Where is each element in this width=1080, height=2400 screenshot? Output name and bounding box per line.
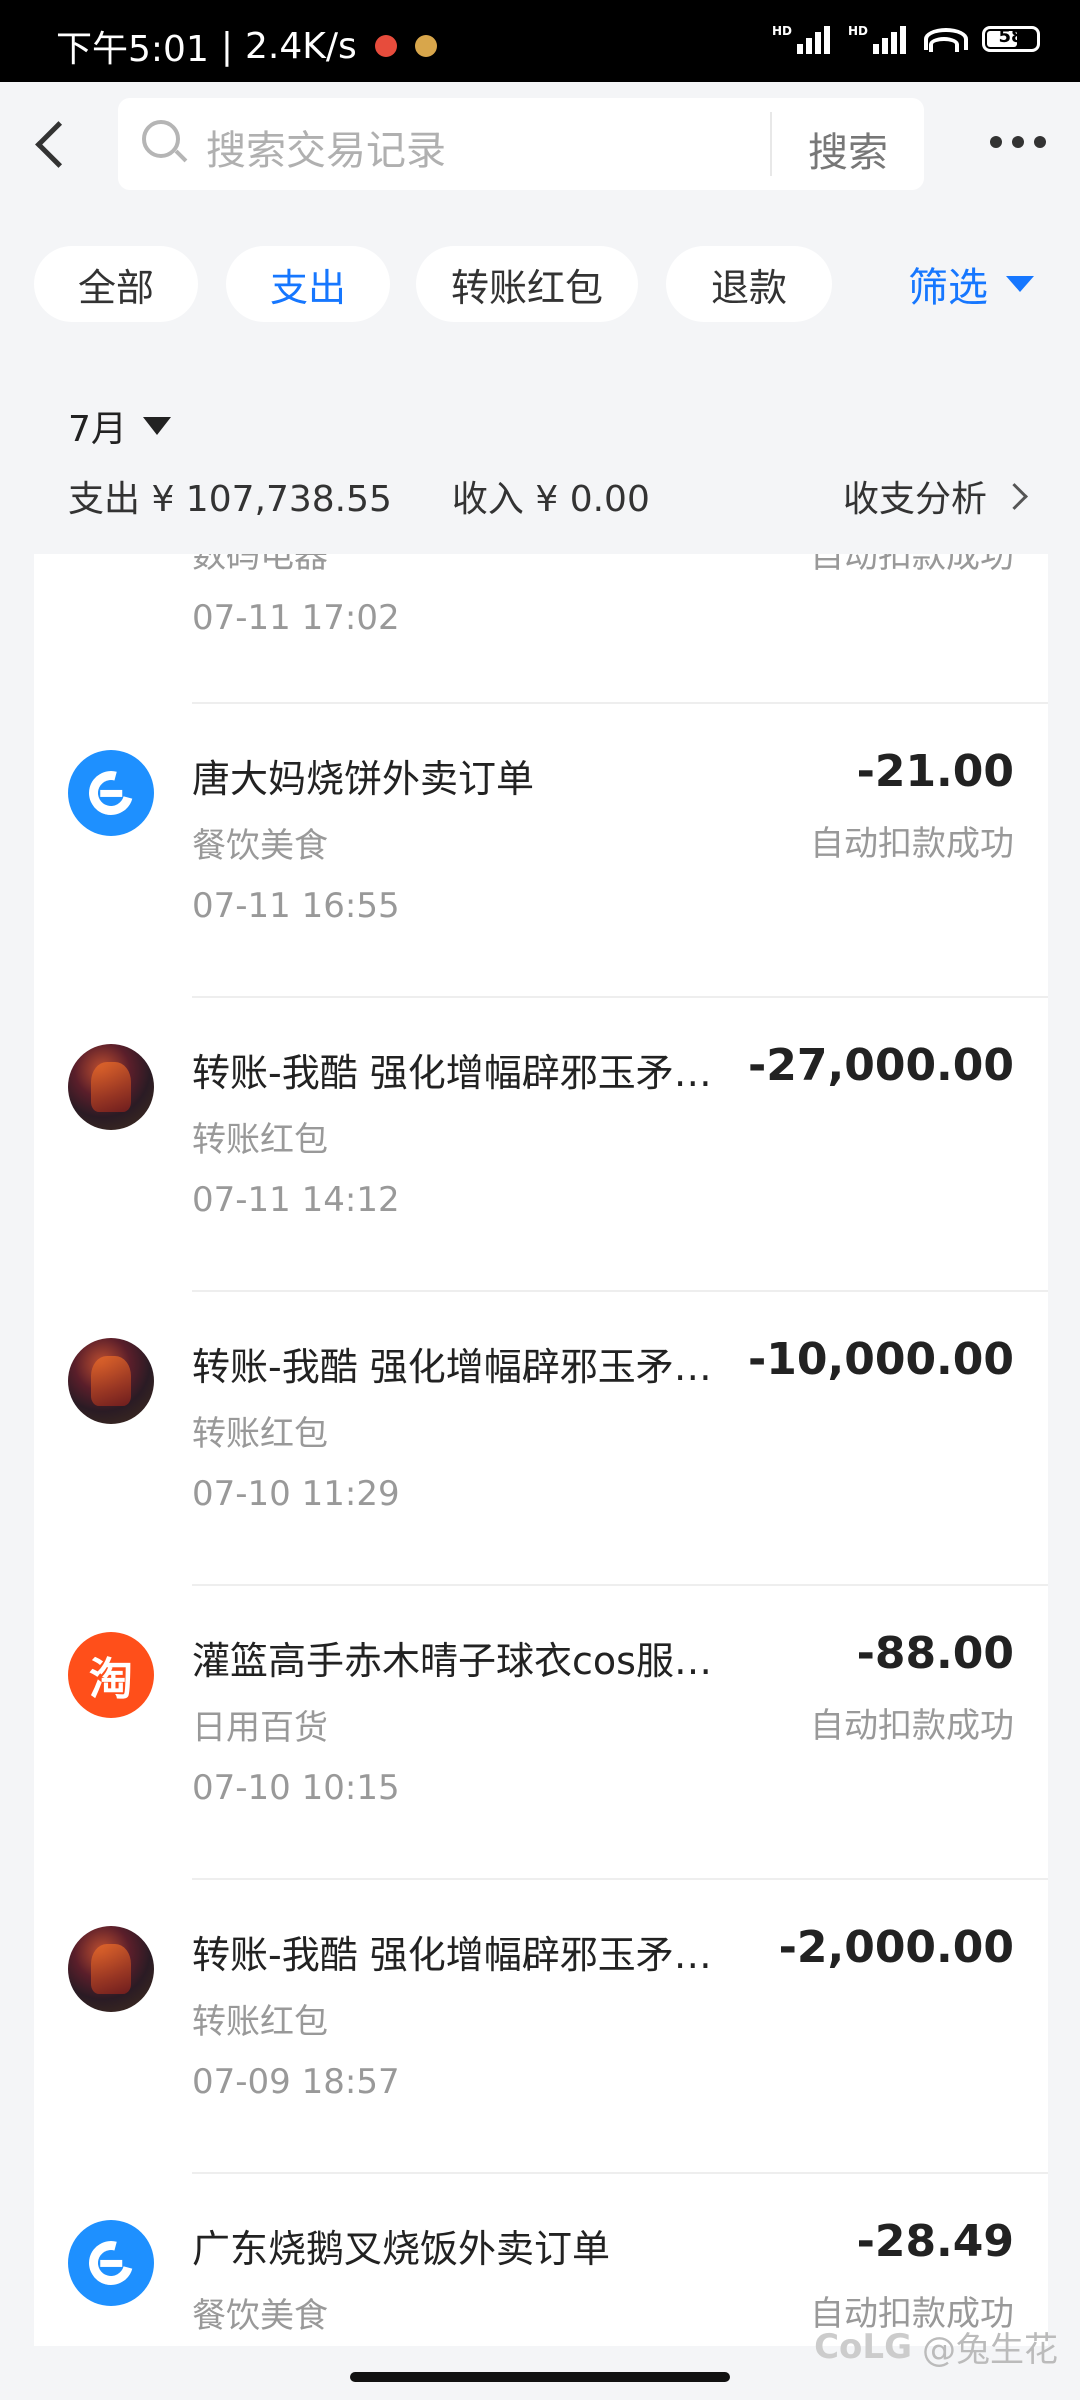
triangle-down-icon [142,417,171,435]
triangle-down-icon [1006,276,1034,292]
status-time: 下午5:01 [56,29,209,70]
hd-label-2: HD [847,24,868,38]
battery-icon: 58 [982,26,1040,52]
watermark-logo: CoLG [814,2326,912,2367]
status-right: HD HD 58 [772,24,1040,54]
chip-all[interactable]: 全部 [34,246,198,322]
transaction-time: 07-11 16:55 [192,886,400,926]
search-input[interactable]: 搜索交易记录 [206,118,446,176]
chip-refund[interactable]: 退款 [666,246,832,322]
transaction-row[interactable]: 转账-我酷 强化增幅辟邪玉矛… 转账红包 07-10 11:29 -10,000… [34,1290,1048,1584]
back-button[interactable] [30,116,70,172]
search-divider [770,112,772,176]
transaction-time: 07-10 11:29 [192,1474,400,1514]
transaction-amount: -10,000.00 [748,1334,1014,1385]
month-label: 7月 [68,409,127,450]
transaction-amount: -88.00 [856,1628,1014,1679]
transaction-row-partial[interactable]: 数码电器 自动扣款成功 07-11 17:02 [34,554,1048,694]
transaction-category: 餐饮美食 [192,2296,328,2336]
notification-icon [374,35,397,57]
transaction-time: 07-09 18:57 [192,2062,400,2102]
transaction-list[interactable]: 数码电器 自动扣款成功 07-11 17:02 唐大妈烧饼外卖订单 餐饮美食 0… [34,554,1048,2346]
row-divider [192,996,1048,998]
transaction-status: 自动扣款成功 [810,824,1014,864]
transaction-row[interactable]: 转账-我酷 强化增幅辟邪玉矛… 转账红包 07-09 18:57 -2,000.… [34,1878,1048,2172]
user-avatar-icon [68,1926,154,2012]
transaction-status: 自动扣款成功 [810,554,1014,576]
transaction-row[interactable]: 广东烧鹅叉烧饭外卖订单 餐饮美食 -28.49 自动扣款成功 [34,2172,1048,2346]
filter-label: 筛选 [908,265,988,311]
transaction-row[interactable]: 淘 灌篮高手赤木晴子球衣cos服… 日用百货 07-10 10:15 -88.0… [34,1584,1048,1878]
transaction-amount: -21.00 [856,746,1014,797]
transaction-time: 07-11 14:12 [192,1180,400,1220]
analysis-link[interactable]: 收支分析 [842,470,1028,522]
transaction-title: 唐大妈烧饼外卖订单 [192,757,535,801]
row-divider [192,2172,1048,2174]
transaction-category: 转账红包 [192,1120,328,1160]
home-indicator[interactable] [350,2372,730,2382]
watermark: CoLG @兔生花 [814,2322,1058,2371]
transaction-time: 07-11 17:02 [192,598,400,638]
transaction-status: 自动扣款成功 [810,1706,1014,1746]
transaction-row[interactable]: 转账-我酷 强化增幅辟邪玉矛… 转账红包 07-11 14:12 -27,000… [34,996,1048,1290]
transaction-category: 转账红包 [192,1414,328,1454]
transaction-amount: -27,000.00 [748,1040,1014,1091]
status-left: 下午5:01 | 2.4K/s [56,20,437,72]
search-button[interactable]: 搜索 [808,120,888,178]
transaction-title: 转账-我酷 强化增幅辟邪玉矛… [192,1051,712,1095]
transaction-row[interactable]: 唐大妈烧饼外卖订单 餐饮美食 07-11 16:55 -21.00 自动扣款成功 [34,702,1048,996]
search-icon [142,120,180,158]
expense-total: 支出 ¥ 107,738.55 [68,479,392,520]
month-selector[interactable]: 7月 [68,400,171,452]
user-avatar-icon [68,1044,154,1130]
signal-icon: HD [772,24,830,54]
transaction-amount: -2,000.00 [778,1922,1014,1973]
search-bar[interactable]: 搜索交易记录 搜索 [118,98,924,190]
status-net-speed: 2.4K/s [244,25,357,67]
row-divider [192,1290,1048,1292]
eleme-icon [68,750,154,836]
chip-expense[interactable]: 支出 [226,246,390,322]
transaction-category: 数码电器 [192,554,328,576]
status-bar: 下午5:01 | 2.4K/s HD HD 58 [0,0,1080,82]
taobao-icon: 淘 [68,1632,154,1718]
signal-icon-2: HD [848,24,906,54]
notification-icon-2 [414,35,437,57]
transaction-title: 广东烧鹅叉烧饭外卖订单 [192,2227,611,2271]
wifi-icon [924,24,968,54]
chevron-right-icon [1001,482,1028,510]
transaction-title: 转账-我酷 强化增幅辟邪玉矛… [192,1933,712,1977]
hd-label: HD [771,24,792,38]
status-separator: | [220,25,233,67]
row-divider [192,1878,1048,1880]
watermark-text: @兔生花 [922,2330,1058,2370]
transaction-category: 餐饮美食 [192,826,328,866]
transaction-title: 灌篮高手赤木晴子球衣cos服… [192,1639,712,1683]
filter-button[interactable]: 筛选 [878,246,1034,322]
analysis-label: 收支分析 [842,479,987,520]
user-avatar-icon [68,1338,154,1424]
more-options-icon[interactable] [990,136,1046,148]
transaction-title: 转账-我酷 强化增幅辟邪玉矛… [192,1345,712,1389]
transaction-category: 转账红包 [192,2002,328,2042]
transaction-category: 日用百货 [192,1708,328,1748]
row-divider [192,702,1048,704]
income-total: 收入 ¥ 0.00 [451,479,650,520]
transaction-amount: -28.49 [856,2216,1014,2267]
row-divider [192,1584,1048,1586]
chip-transfer[interactable]: 转账红包 [416,246,638,322]
battery-level: 58 [998,26,1024,47]
transaction-time: 07-10 10:15 [192,1768,400,1808]
month-summary: 支出 ¥ 107,738.55 收入 ¥ 0.00 [68,470,650,522]
eleme-icon [68,2220,154,2306]
